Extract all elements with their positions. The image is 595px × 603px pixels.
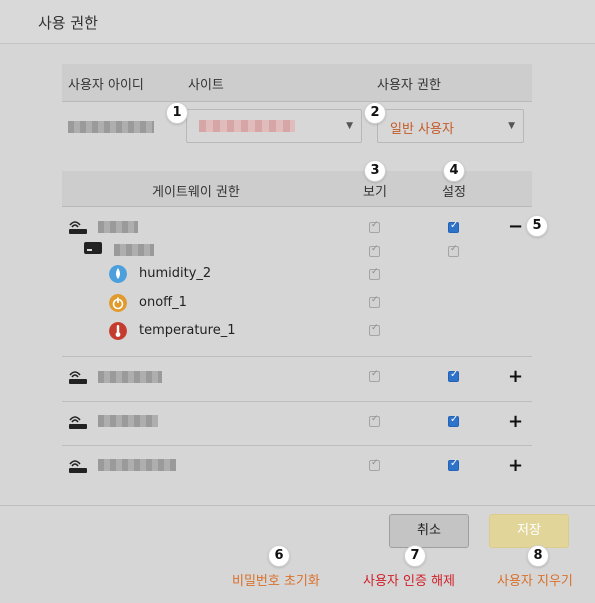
user-id-value	[68, 121, 154, 133]
collapse-button[interactable]: −	[508, 218, 523, 236]
sensor-label: humidity_2	[139, 266, 212, 281]
view-checkbox[interactable]	[369, 220, 380, 233]
droplet-icon	[109, 265, 127, 283]
view-checkbox[interactable]	[369, 323, 380, 336]
settings-header: 설정	[442, 185, 466, 200]
cancel-button[interactable]: 취소	[389, 514, 469, 548]
gateway-name	[98, 221, 138, 233]
dialog-title: 사용 권한	[38, 14, 98, 32]
revoke-auth-link[interactable]: 사용자 인증 해제	[363, 570, 455, 589]
view-checkbox[interactable]	[369, 458, 380, 471]
settings-checkbox[interactable]	[448, 244, 459, 257]
reset-password-link[interactable]: 비밀번호 초기화	[232, 570, 320, 589]
row-divider	[62, 356, 532, 357]
callout-badge-2: 2	[364, 102, 386, 124]
permission-dialog: 사용 권한 사용자 아이디 사이트 사용자 권한 ▼ 1 일반 사용자 ▼ 2 …	[0, 0, 595, 603]
role-select[interactable]: 일반 사용자 ▼	[377, 109, 524, 143]
gateway-icon	[69, 460, 87, 473]
dialog-header: 사용 권한	[0, 0, 595, 44]
site-select[interactable]: ▼	[186, 109, 362, 143]
expand-button[interactable]: +	[508, 368, 523, 386]
row-divider	[62, 445, 532, 446]
power-icon	[109, 294, 127, 312]
gateway-icon	[69, 371, 87, 384]
role-header: 사용자 권한	[377, 78, 441, 93]
view-checkbox[interactable]	[369, 414, 380, 427]
sensor-label: onoff_1	[139, 295, 187, 310]
row-divider	[62, 401, 532, 402]
view-checkbox[interactable]	[369, 295, 380, 308]
device-icon	[84, 242, 102, 254]
gateway-name	[98, 371, 162, 383]
gateway-permission-header: 게이트웨이 권한	[152, 185, 240, 200]
delete-user-link[interactable]: 사용자 지우기	[497, 570, 573, 589]
callout-badge-1: 1	[166, 102, 188, 124]
gateway-icon	[69, 416, 87, 429]
view-checkbox[interactable]	[369, 369, 380, 382]
settings-checkbox[interactable]	[448, 220, 459, 233]
view-checkbox[interactable]	[369, 267, 380, 280]
view-header: 보기	[363, 185, 387, 200]
view-checkbox[interactable]	[369, 244, 380, 257]
user-id-header: 사용자 아이디	[68, 78, 144, 93]
device-name	[114, 244, 154, 256]
site-select-value	[199, 120, 295, 132]
callout-badge-8: 8	[527, 545, 549, 567]
gateway-name	[98, 415, 158, 427]
chevron-down-icon: ▼	[346, 121, 353, 131]
callout-badge-5: 5	[526, 215, 548, 237]
settings-checkbox[interactable]	[448, 458, 459, 471]
footer-divider	[0, 505, 595, 506]
settings-checkbox[interactable]	[448, 414, 459, 427]
gateway-icon	[69, 221, 87, 234]
site-header: 사이트	[188, 78, 224, 93]
callout-badge-6: 6	[268, 545, 290, 567]
chevron-down-icon: ▼	[508, 121, 515, 131]
sensor-label: temperature_1	[139, 323, 236, 338]
callout-badge-7: 7	[404, 545, 426, 567]
callout-badge-3: 3	[364, 160, 386, 182]
callout-badge-4: 4	[443, 160, 465, 182]
settings-checkbox[interactable]	[448, 369, 459, 382]
save-button[interactable]: 저장	[489, 514, 569, 548]
expand-button[interactable]: +	[508, 457, 523, 475]
gateway-name	[98, 459, 176, 471]
thermometer-icon	[109, 322, 127, 340]
role-select-value: 일반 사용자	[390, 122, 454, 137]
expand-button[interactable]: +	[508, 413, 523, 431]
